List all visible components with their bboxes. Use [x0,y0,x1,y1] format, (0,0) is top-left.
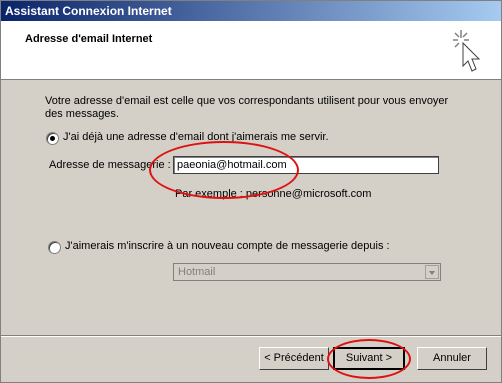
radio-new-account-label[interactable]: J'aimerais m'inscrire à un nouveau compt… [65,240,390,252]
page-title: Adresse d'email Internet [25,33,153,45]
radio-existing-address[interactable] [46,132,59,145]
back-button[interactable]: < Précédent [259,347,329,370]
dropdown-arrow-icon [425,265,439,279]
button-separator [1,335,501,337]
window-title: Assistant Connexion Internet [5,4,172,18]
provider-select-value: Hotmail [178,266,216,278]
intro-text: Votre adresse d'email est celle que vos … [45,95,449,120]
next-highlight-annotation [327,339,411,379]
wizard-cursor-icon [453,30,481,72]
wizard-header: Adresse d'email Internet [1,21,501,80]
radio-new-account[interactable] [48,241,61,254]
wizard-window: Assistant Connexion Internet Adresse d'e… [0,0,502,383]
provider-select: Hotmail [173,263,441,281]
title-bar[interactable]: Assistant Connexion Internet [1,1,501,21]
radio-existing-label[interactable]: J'ai déjà une adresse d'email dont j'aim… [63,131,329,143]
cancel-button[interactable]: Annuler [417,347,487,370]
email-highlight-annotation [149,141,299,199]
